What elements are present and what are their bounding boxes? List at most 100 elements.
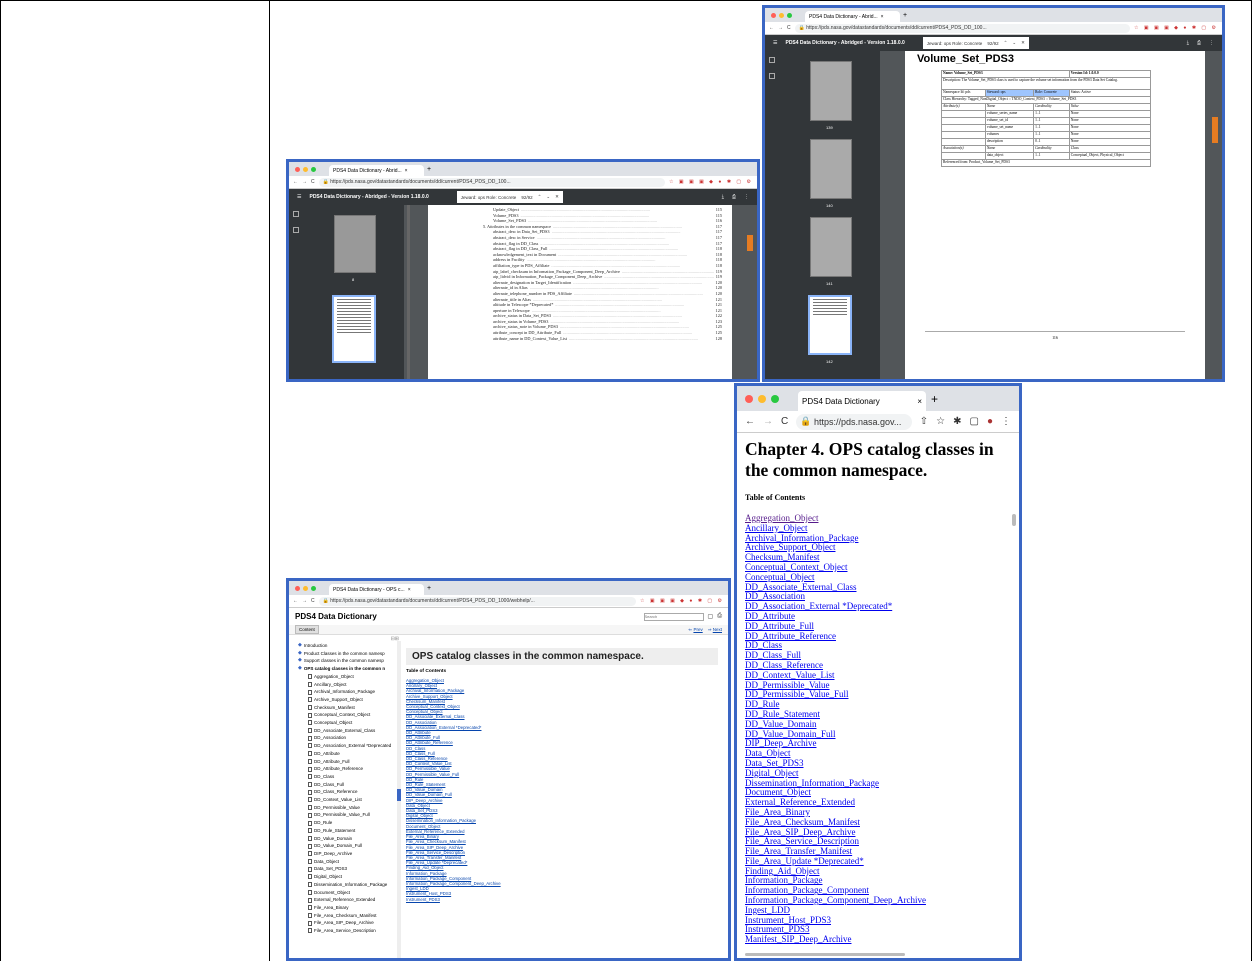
toc-link[interactable]: Instrument_PDS3	[406, 897, 718, 902]
nav-item[interactable]: DD_Rule_Statement	[308, 827, 399, 835]
print-icon[interactable]: ⎙	[1197, 40, 1201, 46]
extensions-icon[interactable]: ✱	[953, 416, 961, 427]
back-icon[interactable]: ←	[293, 598, 298, 604]
nav-item[interactable]: DD_Class	[308, 773, 399, 781]
scroll-thumb[interactable]	[1212, 117, 1218, 143]
more-icon[interactable]: ⋮	[744, 194, 749, 200]
bookmark-icon[interactable]: ☆	[936, 416, 945, 427]
print-icon[interactable]: ⎙	[717, 613, 722, 620]
reload-icon[interactable]: C	[311, 598, 315, 604]
browser-tab[interactable]: PDS4 Data Dictionary ×	[798, 391, 926, 411]
nav-item[interactable]: ◆ Introduction	[298, 642, 399, 650]
nav-item[interactable]: Archival_Information_Package	[308, 688, 399, 696]
close-icon[interactable]: ×	[881, 14, 884, 20]
minimize-dot[interactable]	[758, 394, 766, 403]
url-field[interactable]: 🔒 https://pds.nasa.gov...	[796, 413, 912, 430]
minimize-dot[interactable]	[303, 166, 308, 172]
close-dot[interactable]	[295, 166, 300, 172]
forward-icon[interactable]: →	[302, 598, 307, 604]
download-icon[interactable]: ⤓	[1187, 40, 1189, 46]
nav-item[interactable]: ◆ Product Classes in the common namesp	[298, 650, 399, 658]
tab-content[interactable]: Content	[295, 625, 319, 634]
nav-item[interactable]: DD_Associate_External_Class	[308, 727, 399, 735]
nav-item[interactable]: Archive_Support_Object	[308, 696, 399, 704]
new-tab-icon[interactable]: +	[903, 12, 907, 19]
back-icon[interactable]: ←	[769, 25, 774, 31]
find-close-icon[interactable]: ✕	[1021, 40, 1025, 46]
close-icon[interactable]: ×	[917, 397, 922, 406]
close-icon[interactable]: ×	[405, 168, 408, 174]
search-input[interactable]	[643, 612, 704, 621]
nav-item[interactable]: File_Area_Service_Description	[308, 927, 399, 935]
close-dot[interactable]	[745, 394, 753, 403]
new-tab-icon[interactable]: +	[427, 585, 431, 592]
find-down-icon[interactable]: ⌄	[1012, 40, 1016, 46]
close-dot[interactable]	[295, 585, 300, 591]
back-icon[interactable]: ←	[293, 179, 298, 185]
url-field[interactable]: 🔒 https://pds.nasa.gov/datastandards/doc…	[794, 23, 1130, 33]
horizontal-scrollbar[interactable]	[745, 953, 905, 956]
nav-item[interactable]: Conceptual_Object	[308, 719, 399, 727]
nav-item[interactable]: Conceptual_Context_Object	[308, 711, 399, 719]
close-icon[interactable]: ×	[408, 587, 411, 593]
browser-tab[interactable]: PDS4 Data Dictionary - Abrid... ×	[805, 11, 900, 22]
extensions-icons[interactable]: ☆ ▣ ▣ ▣ ◆ ● ✱ ▢ ⚙	[669, 179, 753, 185]
maximize-dot[interactable]	[787, 12, 792, 18]
page-thumbnail-selected[interactable]	[332, 295, 376, 363]
page-thumbnail[interactable]	[810, 217, 852, 277]
outline-view-icon[interactable]	[769, 73, 775, 79]
nav-item[interactable]: Checksum_Manifest	[308, 704, 399, 712]
find-box[interactable]: Jeward: ops Role: Concrete 92/92 ⌃ ⌄ ✕	[456, 191, 563, 203]
print-icon[interactable]: ⎙	[732, 194, 736, 200]
nav-item[interactable]: DD_Context_Value_List	[308, 796, 399, 804]
find-box[interactable]: Jeward: ops Role: Concrete 92/92 ⌃ ⌄ ✕	[922, 37, 1029, 49]
nav-item[interactable]: Document_Object	[308, 889, 399, 897]
nav-item[interactable]: DD_Association	[308, 734, 399, 742]
forward-icon[interactable]: →	[778, 25, 783, 31]
nav-item[interactable]: DD_Association_External *Deprecated	[308, 742, 399, 750]
browser-tab[interactable]: PDS4 Data Dictionary - Abrid... ×	[329, 165, 424, 176]
nav-item[interactable]: DIP_Deep_Archive	[308, 850, 399, 858]
sidepanel-icon[interactable]: ▢	[970, 416, 979, 427]
nav-item[interactable]: DD_Class_Reference	[308, 788, 399, 796]
nav-item[interactable]: ◆ OPS catalog classes in the common n	[298, 665, 399, 673]
prev-link[interactable]: ⇐ Prev	[688, 627, 702, 633]
close-dot[interactable]	[771, 12, 776, 18]
maximize-dot[interactable]	[311, 585, 316, 591]
thumbnail-view-icon[interactable]	[293, 211, 299, 217]
toc-line[interactable]: attribute_name in DD_Context_Value_List.…	[483, 336, 722, 342]
new-tab-icon[interactable]: +	[427, 166, 431, 173]
nav-item[interactable]: DD_Permissible_Value	[308, 804, 399, 812]
new-tab-icon[interactable]: +	[931, 392, 938, 406]
menu-icon[interactable]: ☰	[297, 194, 301, 200]
nav-item[interactable]: File_Area_Checksum_Manifest	[308, 912, 399, 920]
vertical-scrollbar[interactable]	[1012, 514, 1016, 526]
share-icon[interactable]: ⇧	[920, 416, 928, 427]
nav-item[interactable]: Digital_Object	[308, 873, 399, 881]
find-up-icon[interactable]: ⌃	[538, 194, 542, 200]
toc-link[interactable]: Manifest_SIP_Deep_Archive	[745, 934, 1009, 945]
reload-icon[interactable]: C	[311, 179, 315, 185]
maximize-dot[interactable]	[311, 166, 316, 172]
find-up-icon[interactable]: ⌃	[1004, 40, 1008, 46]
maximize-dot[interactable]	[771, 394, 779, 403]
forward-icon[interactable]: →	[302, 179, 307, 185]
nav-item[interactable]: File_Area_Binary	[308, 904, 399, 912]
scroll-thumb[interactable]	[747, 235, 753, 251]
thumbnail-view-icon[interactable]	[769, 57, 775, 63]
nav-scroll-thumb[interactable]	[397, 789, 401, 801]
nav-item[interactable]: DD_Rule	[308, 819, 399, 827]
nav-item[interactable]: DD_Attribute_Reference	[308, 765, 399, 773]
nav-item[interactable]: DD_Permissible_Value_Full	[308, 811, 399, 819]
nav-item[interactable]: Data_Object	[308, 858, 399, 866]
nav-item[interactable]: DD_Class_Full	[308, 781, 399, 789]
extensions-icons[interactable]: ☆ ▣ ▣ ▣ ◆ ● ✱ ▢ ⚙	[640, 598, 724, 604]
back-icon[interactable]: ←	[745, 416, 755, 427]
find-down-icon[interactable]: ⌄	[546, 194, 550, 200]
menu-icon[interactable]: ☰	[773, 40, 777, 46]
nav-item[interactable]: Aggregation_Object	[308, 673, 399, 681]
profile-icon[interactable]: ●	[987, 416, 993, 427]
reload-icon[interactable]: C	[787, 25, 791, 31]
page-thumbnail[interactable]	[810, 139, 852, 199]
nav-item[interactable]: DD_Value_Domain_Full	[308, 842, 399, 850]
